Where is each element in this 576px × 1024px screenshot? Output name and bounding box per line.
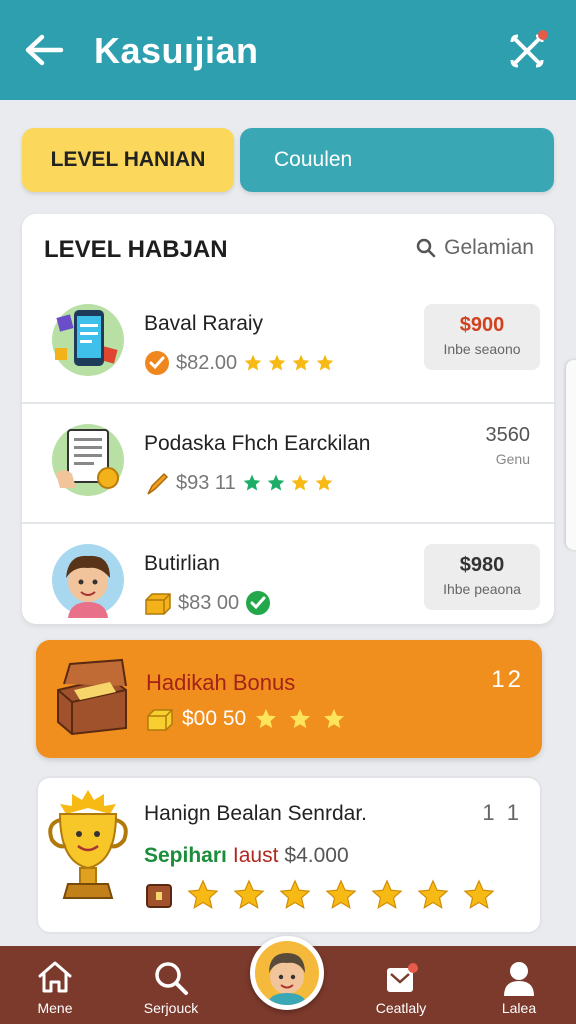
star-icon xyxy=(417,879,449,909)
row-name: Baval Raraiy xyxy=(144,312,264,335)
bonus-card[interactable]: Hadikah Bonus $00 50 12 xyxy=(36,640,542,758)
row-price-sub: Genu xyxy=(495,451,530,467)
rating-stars xyxy=(254,707,346,731)
nav-item-catalog[interactable]: Ceatlaly xyxy=(346,946,456,1024)
rating-stars xyxy=(242,473,334,493)
row-sub: $93 11 xyxy=(144,470,334,496)
list-item[interactable]: Baval Raraiy $82.00 $900 Inbe seaono xyxy=(22,284,554,404)
nav-label: Lalea xyxy=(501,1000,537,1016)
star-icon xyxy=(315,474,333,491)
row-sub: $83 00 xyxy=(144,590,271,616)
check-circle-icon xyxy=(246,591,271,615)
list-item[interactable]: Butirlian $83 00 $980 Ihbe peaona xyxy=(22,524,554,644)
award-red-text: Iaust xyxy=(232,844,279,867)
row-name: Podaska Fhch Earckilan xyxy=(144,432,371,455)
search-icon xyxy=(416,238,436,258)
nav-item-profile[interactable]: Lalea xyxy=(464,946,574,1024)
search-icon xyxy=(155,962,188,995)
award-card[interactable]: Hanign Bealan Senrdar. Sepiharı Iaust $4… xyxy=(36,776,542,934)
row-amount: $82.00 xyxy=(176,351,238,374)
star-icon xyxy=(292,354,310,371)
document-icon xyxy=(52,424,124,496)
pen-icon xyxy=(147,472,169,495)
user-icon xyxy=(504,962,534,996)
star-icon xyxy=(244,354,262,371)
price-box[interactable]: $980 Ihbe peaona xyxy=(424,544,540,610)
award-value: $4.000 xyxy=(284,844,349,867)
row-price-sub: Ihbe peaona xyxy=(443,581,521,597)
avatar xyxy=(267,953,307,1005)
row-name: Butirlian xyxy=(144,552,220,575)
row-price: $900 xyxy=(459,314,505,336)
bonus-sub: $00 50 xyxy=(146,706,346,732)
row-amount: $83 00 xyxy=(178,591,240,614)
star-icon xyxy=(324,709,345,728)
price-label: 3560 Genu xyxy=(486,424,531,467)
gold-bar-icon xyxy=(147,709,173,731)
page-title: Kasuıjian xyxy=(94,30,259,71)
box-icon xyxy=(146,884,172,908)
phone-icon xyxy=(52,304,124,376)
nav-item-search[interactable]: Serjouck xyxy=(116,946,226,1024)
gold-bar-icon xyxy=(145,593,171,615)
avatar xyxy=(52,544,124,618)
award-sub: Sepiharı Iaust $4.000 xyxy=(144,844,349,868)
star-icon xyxy=(463,879,495,909)
mail-icon xyxy=(387,963,418,992)
star-icon xyxy=(268,354,286,371)
search-button[interactable]: Gelamian xyxy=(416,236,534,260)
side-scroll-handle[interactable] xyxy=(566,360,576,550)
star-icon xyxy=(291,474,309,491)
award-count: 1 1 xyxy=(482,800,522,825)
nav-item-home[interactable]: Mene xyxy=(0,946,110,1024)
card-title: LEVEL HABJAN xyxy=(44,236,228,263)
bonus-count: 12 xyxy=(491,666,524,693)
star-icon xyxy=(256,709,277,728)
star-icon xyxy=(290,709,311,728)
app-header: Kasuıjian xyxy=(0,0,576,100)
star-icon xyxy=(243,474,261,491)
tab-level-hanian[interactable]: LEVEL HANIAN xyxy=(22,128,234,192)
star-icon xyxy=(316,354,334,371)
row-sub: $82.00 xyxy=(144,350,335,376)
notification-dot xyxy=(538,30,548,40)
treasure-chest-icon xyxy=(57,658,127,736)
star-icon xyxy=(267,474,285,491)
nav-label: Mene xyxy=(37,1000,73,1016)
level-card: LEVEL HABJAN Gelamian Baval Raraiy $82.0… xyxy=(22,214,554,624)
award-green-text: Sepiharı xyxy=(144,844,227,867)
star-icon xyxy=(325,879,357,909)
back-button[interactable] xyxy=(22,28,66,72)
nav-label: Ceatlaly xyxy=(375,1000,427,1016)
close-button[interactable] xyxy=(506,30,550,74)
bonus-amount: $00 50 xyxy=(182,707,247,730)
search-label: Gelamian xyxy=(444,236,534,259)
rating-stars xyxy=(144,878,496,912)
nav-center-avatar-button[interactable] xyxy=(250,936,324,1010)
star-icon xyxy=(233,879,265,909)
trophy-icon xyxy=(48,790,128,899)
check-badge-icon xyxy=(145,351,169,375)
row-price-sub: Inbe seaono xyxy=(443,341,521,357)
bonus-title: Hadikah Bonus xyxy=(146,670,296,695)
award-title: Hanign Bealan Senrdar. xyxy=(144,802,367,825)
row-price: 3560 xyxy=(485,424,531,446)
home-icon xyxy=(38,961,72,993)
rating-stars xyxy=(243,353,335,373)
row-price: $980 xyxy=(459,554,505,576)
tab-coulen[interactable]: Couulen xyxy=(240,128,554,192)
star-icon xyxy=(279,879,311,909)
row-amount: $93 11 xyxy=(176,471,236,494)
nav-label: Serjouck xyxy=(143,1000,199,1016)
star-icon xyxy=(371,879,403,909)
arrow-left-icon xyxy=(25,34,64,66)
star-icon xyxy=(187,879,219,909)
price-box[interactable]: $900 Inbe seaono xyxy=(424,304,540,370)
list-item[interactable]: Podaska Fhch Earckilan $93 11 3560 Genu xyxy=(22,404,554,524)
